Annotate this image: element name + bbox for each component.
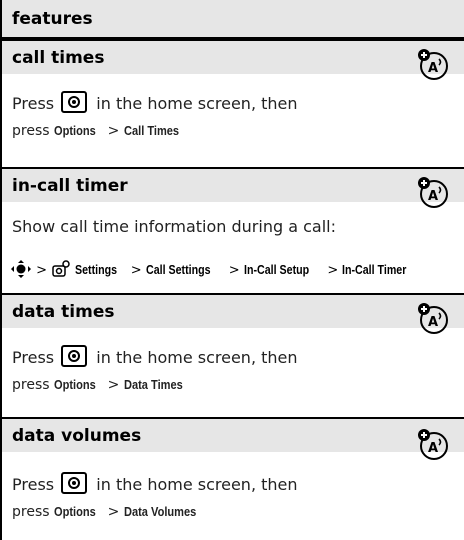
instruction-line-1: Press in the home screen, then: [12, 345, 298, 367]
menu-in-call-setup: In-Call Setup: [243, 262, 309, 277]
section-title: data volumes: [12, 426, 142, 446]
instruction-line-1: Press in the home screen, then: [12, 472, 298, 494]
menu-settings: Settings: [75, 262, 118, 277]
smart-key-icon: [61, 472, 88, 494]
network-icon: A: [418, 49, 448, 80]
settings-icon: [52, 260, 70, 277]
network-icon: A: [418, 303, 448, 334]
svg-text:A: A: [428, 189, 438, 204]
section-title-bar: call times: [2, 41, 464, 74]
section-title-bar: data volumes: [2, 419, 464, 452]
network-icon: A: [418, 429, 448, 460]
menu-call-settings: Call Settings: [145, 262, 211, 277]
menu-options: Options: [54, 377, 96, 392]
menu-data-times: Data Times: [123, 377, 183, 392]
menu-data-volumes: Data Volumes: [123, 504, 197, 519]
section-title: in-call timer: [12, 176, 128, 196]
table-header: features: [2, 0, 464, 41]
instruction-line-2: press Options > Data Volumes: [12, 504, 197, 520]
section-data-volumes: data volumes A Press in the home screen,…: [2, 417, 464, 540]
section-data-times: data times A Press in the home screen, t…: [2, 293, 464, 417]
menu-in-call-timer: In-Call Timer: [342, 262, 407, 277]
description: Show call time information during a call…: [12, 217, 336, 236]
network-icon: A: [418, 177, 448, 208]
instruction-line-1: Press in the home screen, then: [12, 91, 298, 113]
section-title-bar: in-call timer: [2, 169, 464, 202]
navigation-key-icon: [11, 260, 31, 278]
menu-path: > Settings > Call Settings > In-Call Set…: [10, 260, 421, 278]
svg-text:A: A: [428, 61, 438, 76]
section-title: call times: [12, 48, 105, 68]
menu-call-times: Call Times: [123, 123, 179, 138]
smart-key-icon: [61, 91, 88, 113]
section-call-times: call times A Press in the home screen, t…: [2, 41, 464, 167]
features-table: features call times A Press in the home …: [0, 0, 464, 540]
section-title: data times: [12, 302, 115, 322]
svg-text:A: A: [428, 441, 438, 456]
smart-key-icon: [61, 345, 88, 367]
section-in-call-timer: in-call timer A Show call time informati…: [2, 167, 464, 293]
menu-options: Options: [54, 504, 96, 519]
section-title-bar: data times: [2, 295, 464, 328]
instruction-line-2: press Options > Call Times: [12, 123, 179, 139]
svg-text:A: A: [428, 315, 438, 330]
menu-options: Options: [54, 123, 96, 138]
instruction-line-2: press Options > Data Times: [12, 377, 183, 393]
header-title: features: [12, 9, 93, 29]
